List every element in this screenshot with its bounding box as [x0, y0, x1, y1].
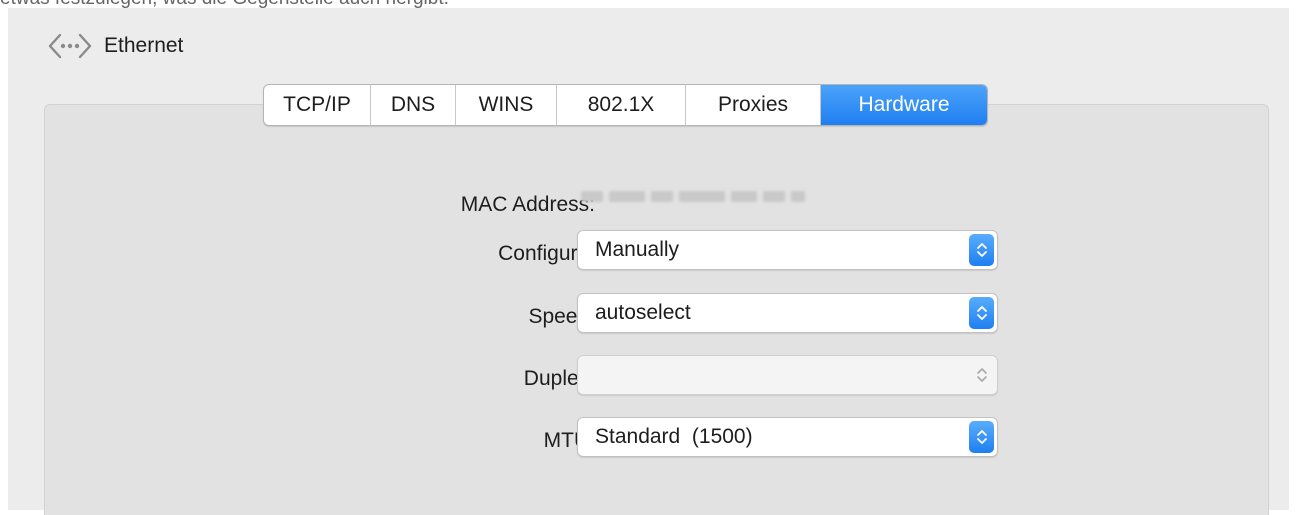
configure-label: Configure: [498, 242, 595, 265]
up-down-arrows-icon [969, 297, 994, 329]
duplex-row: Duplex: [45, 359, 595, 399]
configure-row: Configure: [45, 234, 595, 274]
duplex-label: Duplex: [523, 367, 595, 390]
speed-select[interactable]: autoselect [577, 293, 998, 333]
speed-row: Speed: [45, 297, 595, 337]
service-header: Ethernet [46, 26, 183, 66]
duplex-select [577, 355, 998, 395]
tab-proxies[interactable]: Proxies [686, 85, 821, 125]
mac-address-label: MAC Address: [460, 193, 595, 216]
mac-address-value [581, 188, 833, 204]
ethernet-icon [48, 33, 92, 59]
network-preferences-window: Ethernet MAC Address: Configure: Speed: … [8, 8, 1289, 515]
tab-bar: TCP/IP DNS WINS 802.1X Proxies Hardware [263, 84, 988, 126]
speed-value: autoselect [595, 301, 691, 324]
speed-label: Speed: [528, 305, 595, 328]
tab-wins[interactable]: WINS [456, 85, 557, 125]
up-down-arrows-icon [969, 234, 994, 266]
service-name: Ethernet [104, 34, 184, 57]
up-down-arrows-icon [969, 359, 994, 391]
tab-dns[interactable]: DNS [371, 85, 456, 125]
tab-tcp-ip[interactable]: TCP/IP [264, 85, 371, 125]
mtu-label: MTU: [543, 429, 595, 452]
mac-address-row: MAC Address: [45, 185, 595, 225]
tab-802-1x[interactable]: 802.1X [557, 85, 686, 125]
configure-select[interactable]: Manually [577, 230, 998, 270]
mtu-value: Standard (1500) [595, 425, 753, 448]
configure-value: Manually [595, 238, 680, 261]
mtu-row: MTU: [45, 421, 595, 461]
mtu-select[interactable]: Standard (1500) [577, 417, 998, 457]
tab-hardware[interactable]: Hardware [821, 85, 987, 125]
up-down-arrows-icon [969, 421, 994, 453]
